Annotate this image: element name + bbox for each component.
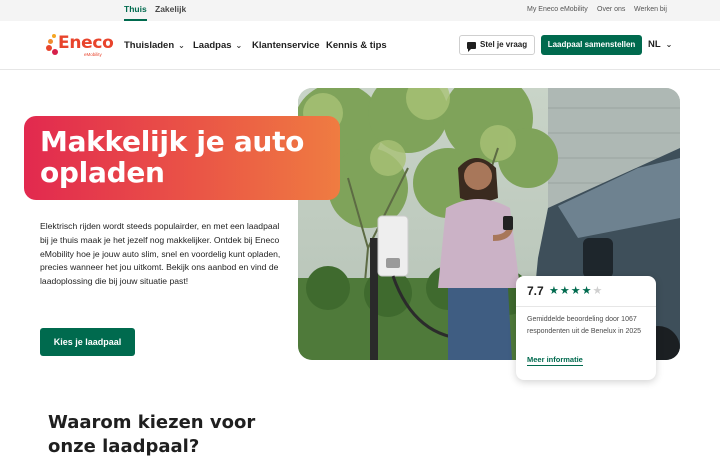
hero-description: Elektrisch rijden wordt steeds populaird… bbox=[40, 221, 281, 287]
werken-bij-link[interactable]: Werken bij bbox=[634, 0, 667, 21]
star-filled-icon: ★ bbox=[549, 285, 560, 297]
nav-label: Klantenservice bbox=[252, 40, 320, 51]
chevron-down-icon: ⌄ bbox=[178, 41, 185, 50]
nav-item-kennis-tips[interactable]: Kennis & tips bbox=[326, 21, 387, 70]
divider bbox=[516, 306, 656, 307]
more-info-link[interactable]: Meer informatie bbox=[527, 355, 583, 366]
section-title: Waarom kiezen voor onze laadpaal? bbox=[48, 412, 256, 457]
choose-charger-button[interactable]: Kies je laadpaal bbox=[40, 328, 135, 356]
language-label: NL bbox=[648, 39, 661, 50]
configure-charger-button[interactable]: Laadpaal samenstellen bbox=[541, 35, 642, 55]
top-utility-bar: Thuis Zakelijk My Eneco eMobility Over o… bbox=[0, 0, 720, 21]
rating-score: 7.7 bbox=[527, 284, 544, 298]
rating-stars: ★★★★★ bbox=[549, 284, 603, 297]
over-ons-link[interactable]: Over ons bbox=[597, 0, 625, 21]
main-header: Eneco eMobility Thuisladen ⌄ Laadpas ⌄ Kla… bbox=[0, 21, 720, 70]
rating-description: Gemiddelde beoordeling door 1067 respond… bbox=[527, 316, 642, 335]
language-selector[interactable]: NL ⌄ bbox=[648, 21, 672, 70]
chevron-down-icon: ⌄ bbox=[665, 40, 673, 49]
star-filled-icon: ★ bbox=[581, 285, 593, 297]
ask-question-label: Stel je vraag bbox=[480, 40, 528, 49]
chat-icon bbox=[467, 42, 476, 52]
hero-title-panel: Makkelijk je auto opladen bbox=[24, 116, 340, 200]
nav-item-thuisladen[interactable]: Thuisladen ⌄ bbox=[124, 21, 185, 70]
logo-wordmark: Eneco bbox=[58, 33, 114, 53]
hero-title: Makkelijk je auto opladen bbox=[40, 125, 305, 189]
nav-item-laadpas[interactable]: Laadpas ⌄ bbox=[193, 21, 242, 70]
star-empty-icon: ★ bbox=[592, 285, 604, 297]
nav-label: Kennis & tips bbox=[326, 40, 387, 51]
eneco-logo[interactable]: Eneco eMobility bbox=[46, 32, 114, 58]
rating-card: 7.7 ★★★★★ Gemiddelde beoordeling door 10… bbox=[516, 276, 656, 380]
nav-label: Thuisladen bbox=[124, 40, 175, 51]
star-filled-icon: ★ bbox=[559, 285, 571, 297]
nav-item-klantenservice[interactable]: Klantenservice bbox=[252, 21, 320, 70]
segment-thuis[interactable]: Thuis bbox=[124, 0, 147, 21]
chevron-down-icon: ⌄ bbox=[235, 41, 243, 50]
segment-zakelijk[interactable]: Zakelijk bbox=[155, 0, 186, 21]
nav-label: Laadpas bbox=[193, 40, 232, 51]
logo-subtitle: eMobility bbox=[84, 52, 102, 57]
my-eneco-link[interactable]: My Eneco eMobility bbox=[527, 0, 588, 21]
ask-question-button[interactable]: Stel je vraag bbox=[459, 35, 535, 55]
star-filled-icon: ★ bbox=[570, 285, 582, 297]
